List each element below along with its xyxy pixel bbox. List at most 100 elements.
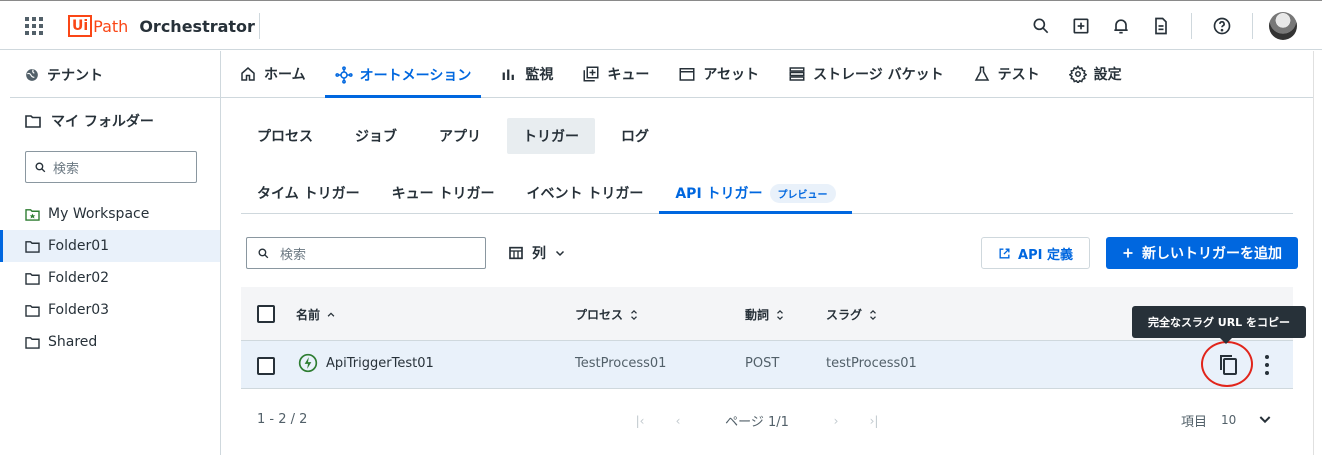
separator (1191, 13, 1192, 39)
nav-testing[interactable]: テスト (963, 51, 1050, 97)
add-label: 新しいトリガーを追加 (1142, 246, 1282, 262)
bell-icon[interactable] (1101, 11, 1141, 41)
last-page-icon[interactable]: ›| (855, 414, 893, 428)
automation-icon (334, 65, 353, 84)
my-folder-label: マイ フォルダー (51, 114, 154, 130)
preview-badge: プレビュー (769, 183, 836, 203)
folder-search-input[interactable]: 検索 (25, 151, 197, 183)
header-name[interactable]: 名前 (296, 306, 336, 323)
search-icon[interactable] (1021, 11, 1061, 41)
chevron-down-icon[interactable] (1257, 411, 1273, 427)
folder-label: Folder01 (48, 238, 110, 254)
row-checkbox[interactable] (257, 357, 275, 375)
folder-item-folder02[interactable]: Folder02 (0, 262, 220, 294)
nav-home[interactable]: ホーム (229, 51, 316, 97)
uipath-logo[interactable]: Ui Path Orchestrator (68, 14, 255, 38)
tab-jobs[interactable]: ジョブ (339, 118, 413, 154)
sort-icon (631, 309, 637, 320)
trigger-name-cell[interactable]: ApiTriggerTest01 (298, 353, 434, 373)
tab-logs[interactable]: ログ (605, 118, 665, 154)
folder-item-shared[interactable]: Shared (0, 326, 220, 358)
folder-item-folder03[interactable]: Folder03 (0, 294, 220, 326)
api-definition-button[interactable]: API 定義 (981, 237, 1090, 269)
nav-queues[interactable]: キュー (572, 51, 659, 97)
tab-processes[interactable]: プロセス (241, 118, 329, 154)
columns-label: 列 (532, 246, 546, 262)
storage-icon (789, 67, 805, 81)
sort-asc-icon (327, 311, 335, 317)
next-page-icon[interactable]: › (817, 414, 855, 428)
tab-api-triggers[interactable]: API トリガー プレビュー (659, 172, 852, 214)
nav-automation[interactable]: オートメーション (324, 51, 482, 98)
app-name: Orchestrator (139, 16, 255, 36)
header-process[interactable]: プロセス (575, 306, 639, 323)
my-folder-header[interactable]: マイ フォルダー (25, 111, 154, 131)
folder-label: Folder02 (48, 270, 110, 286)
logo-box: Ui (68, 15, 93, 37)
header-label: プロセス (575, 308, 624, 322)
logo-path: Path (93, 16, 129, 36)
header-slug[interactable]: スラグ (826, 306, 878, 323)
queue-icon (583, 66, 599, 82)
gear-icon (1068, 65, 1087, 83)
tab-time-triggers[interactable]: タイム トリガー (241, 172, 376, 214)
search-placeholder: 検索 (280, 247, 307, 263)
nav-label: キュー (607, 67, 650, 83)
globe-icon (26, 69, 38, 81)
divider (1313, 51, 1314, 455)
nav-label: テスト (997, 67, 1040, 83)
nav-assets[interactable]: アセット (668, 51, 769, 97)
items-per-page-value[interactable]: 10 (1221, 413, 1236, 427)
sort-icon (777, 309, 783, 320)
tenant-selector[interactable]: テナント (25, 65, 103, 85)
columns-icon (509, 246, 523, 260)
api-trigger-icon (298, 353, 318, 373)
header-label: スラグ (826, 308, 863, 322)
search-placeholder: 検索 (53, 161, 80, 177)
add-trigger-button[interactable]: 新しいトリガーを追加 (1106, 237, 1298, 269)
add-box-icon[interactable] (1061, 11, 1101, 41)
copy-slug-button[interactable] (1201, 341, 1253, 389)
nav-label: オートメーション (359, 67, 472, 84)
nav-label: 監視 (525, 67, 554, 83)
tab-label: キュー トリガー (391, 186, 495, 202)
tab-label: イベント トリガー (526, 186, 644, 202)
tab-label: タイム トリガー (257, 186, 360, 202)
avatar[interactable] (1269, 12, 1297, 40)
range-label: 1 - 2 / 2 (257, 412, 308, 427)
tab-queue-triggers[interactable]: キュー トリガー (376, 172, 511, 214)
folder-item-folder01[interactable]: Folder01 (0, 230, 220, 262)
first-page-icon[interactable]: |‹ (621, 414, 659, 428)
tenant-label: テナント (47, 68, 103, 84)
document-icon[interactable] (1141, 11, 1181, 41)
more-actions-icon[interactable] (1261, 355, 1273, 375)
trigger-tabs: タイム トリガー キュー トリガー イベント トリガー API トリガー プレビ… (241, 172, 1293, 214)
home-icon (241, 67, 255, 81)
header-verb[interactable]: 動詞 (745, 306, 785, 323)
workspace-folder-icon (25, 208, 40, 221)
nav-label: ストレージ バケット (813, 67, 944, 83)
nav-settings[interactable]: 設定 (1059, 51, 1132, 97)
select-all-checkbox[interactable] (257, 305, 275, 323)
columns-button[interactable]: 列 (508, 237, 566, 269)
top-icons (1021, 11, 1297, 41)
header-label: 動詞 (745, 308, 770, 322)
folder-icon (25, 336, 40, 349)
nav-storage-buckets[interactable]: ストレージ バケット (778, 51, 954, 97)
help-icon[interactable] (1202, 11, 1242, 41)
grid-search-input[interactable]: 検索 (246, 237, 486, 269)
folder-icon (25, 115, 41, 128)
items-per-page-label: 項目 (1181, 415, 1208, 430)
folder-label: My Workspace (48, 206, 150, 222)
tab-event-triggers[interactable]: イベント トリガー (510, 172, 659, 214)
app-launcher-icon[interactable] (25, 17, 43, 35)
chevron-down-icon (555, 250, 565, 257)
folder-label: Folder03 (48, 302, 110, 318)
tab-triggers[interactable]: トリガー (507, 118, 595, 154)
tab-apps[interactable]: アプリ (423, 118, 497, 154)
prev-page-icon[interactable]: ‹ (659, 414, 697, 428)
nav-monitoring[interactable]: 監視 (490, 51, 563, 97)
external-link-icon (999, 247, 1010, 259)
folder-item-my-workspace[interactable]: My Workspace (0, 198, 220, 230)
table-row[interactable]: ApiTriggerTest01 TestProcess01 POST test… (241, 341, 1293, 389)
